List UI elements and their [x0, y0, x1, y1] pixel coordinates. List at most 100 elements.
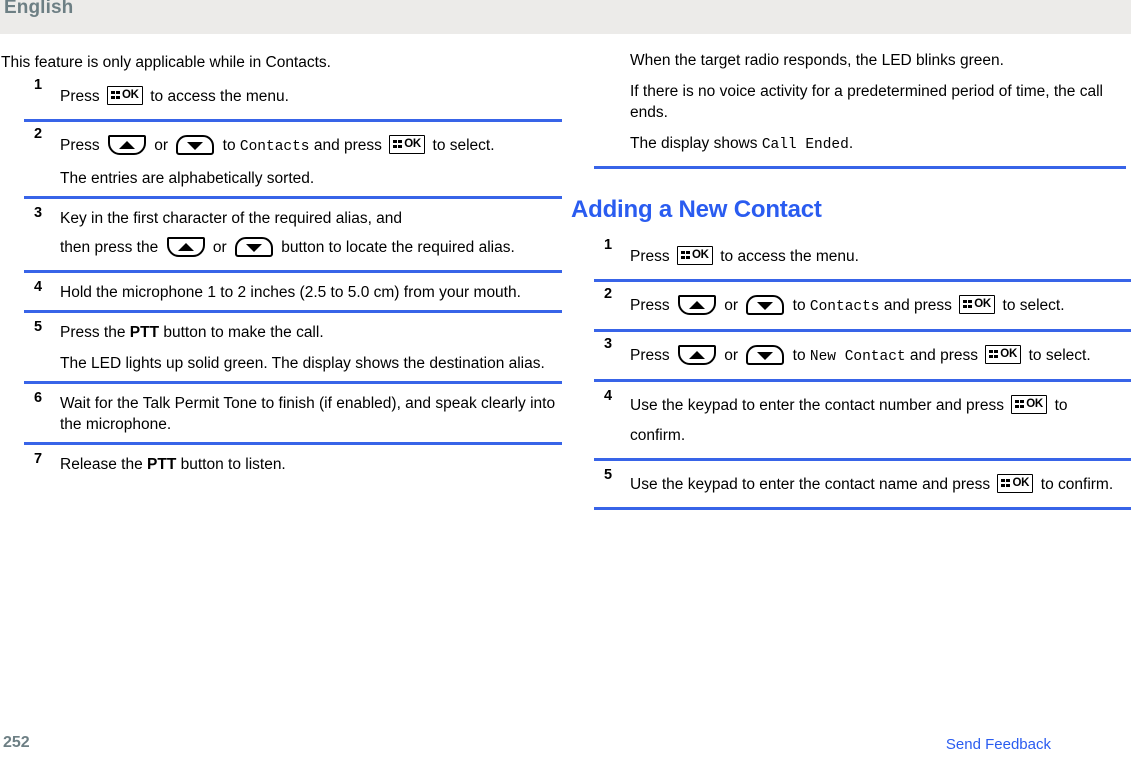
step-item: 2 Press or to Contacts and press OK to s… — [24, 122, 562, 199]
ok-text: OK — [1012, 477, 1030, 489]
step-content: Press the PTT button to make the call. T… — [60, 322, 556, 374]
step-text-mid1: or — [719, 347, 743, 364]
step-note: The entries are alphabetically sorted. — [60, 170, 315, 187]
step-number: 4 — [604, 388, 613, 404]
triangle-up-glyph — [688, 351, 705, 359]
step-content: Use the keypad to enter the contact numb… — [630, 391, 1126, 451]
step-text-tail: to access the menu. — [715, 248, 859, 265]
ok-text: OK — [1000, 348, 1017, 360]
step-text: Press OK to access the menu. — [630, 242, 1126, 272]
display-tail: . — [848, 135, 854, 152]
section-rule — [594, 166, 1126, 169]
step-text-mid1: or — [149, 137, 173, 154]
triangle-down-glyph — [187, 142, 204, 150]
triangle-down-glyph — [757, 302, 774, 310]
step-content: Press OK to access the menu. — [630, 242, 1126, 272]
continued-paragraph: When the target radio responds, the LED … — [630, 52, 1004, 69]
page-number: 252 — [3, 734, 30, 751]
step-item: 5 Use the keypad to enter the contact na… — [594, 461, 1131, 510]
step-number: 3 — [604, 336, 613, 352]
step-content: Press OK to access the menu. — [60, 82, 556, 112]
continued-paragraph: If there is no voice activity for a pred… — [630, 83, 1103, 121]
step-text-tail: to select. — [428, 137, 495, 154]
grid-glyph — [963, 300, 973, 309]
step-text-lead: Use the keypad to enter the contact numb… — [630, 397, 1009, 414]
menu-ok-key-icon[interactable]: OK — [676, 246, 713, 265]
step-text-tail: button to locate the required alias. — [276, 239, 515, 256]
page-footer: 252 Send Feedback — [0, 724, 1131, 762]
step-text: Press or to New Contact and press OK to … — [630, 341, 1126, 372]
right-column: When the target radio responds, the LED … — [570, 34, 1131, 510]
down-arrow-key-icon[interactable] — [746, 295, 785, 315]
step-item: 1 Press OK to access the menu. — [594, 233, 1131, 282]
step-number: 6 — [34, 390, 43, 406]
step-number: 5 — [34, 319, 43, 335]
language-label: English — [4, 0, 74, 18]
triangle-down-glyph — [757, 352, 774, 360]
step-item: 4 Hold the microphone 1 to 2 inches (2.5… — [24, 273, 562, 313]
triangle-up-glyph — [118, 141, 135, 149]
down-arrow-key-icon[interactable] — [176, 135, 215, 155]
step-text-lead: Use the keypad to enter the contact name… — [630, 476, 995, 493]
grid-glyph — [110, 91, 120, 100]
send-feedback-link[interactable]: Send Feedback — [946, 736, 1051, 753]
menu-ok-key-icon[interactable]: OK — [997, 474, 1034, 493]
step-text-mid2: to — [788, 297, 810, 314]
step-number: 5 — [604, 467, 613, 483]
left-column: This feature is only applicable while in… — [0, 34, 562, 482]
step-item: 5 Press the PTT button to make the call.… — [24, 313, 562, 384]
down-arrow-key-icon[interactable] — [746, 345, 785, 365]
step-text-mid2: to — [788, 347, 810, 364]
step-text: Press or to Contacts and press OK to sel… — [630, 291, 1126, 322]
step-text: Key in the first character of the requir… — [60, 208, 556, 229]
screen-text: Call Ended — [761, 137, 849, 153]
step-number: 2 — [604, 286, 613, 302]
step-number: 3 — [34, 205, 43, 221]
up-arrow-key-icon[interactable] — [107, 135, 146, 155]
menu-ok-key-icon[interactable]: OK — [1011, 395, 1048, 414]
up-arrow-key-icon[interactable] — [677, 345, 716, 365]
up-arrow-key-icon[interactable] — [166, 237, 205, 257]
grid-glyph — [680, 251, 690, 260]
step-item: 3 Press or to New Contact and press OK t… — [594, 332, 1131, 382]
step-text-mid3: and press — [879, 297, 957, 314]
right-step-list: 1 Press OK to access the menu. 2 Press o… — [570, 233, 1131, 510]
step-text-tail: button to listen. — [176, 456, 286, 473]
step-text-lead: Press — [630, 248, 674, 265]
step-item: 7 Release the PTT button to listen. — [24, 445, 562, 482]
menu-ok-key-icon[interactable]: OK — [959, 295, 996, 314]
step-text-lead: Press — [60, 88, 104, 105]
step-text: Use the keypad to enter the contact numb… — [630, 391, 1126, 451]
up-arrow-key-icon[interactable] — [677, 295, 716, 315]
step-text-tail: to select. — [998, 297, 1065, 314]
menu-ok-key-icon[interactable]: OK — [389, 135, 426, 154]
display-shows-line: The display shows Call Ended. — [630, 133, 1126, 156]
screen-text: New Contact — [809, 349, 906, 365]
ok-text: OK — [121, 89, 139, 101]
step-content: Key in the first character of the requir… — [60, 208, 556, 263]
step-text-line1: Key in the first character of the requir… — [60, 210, 403, 227]
page-header-band: English — [0, 0, 1131, 34]
step-text-lead: Press — [630, 347, 674, 364]
continued-block: When the target radio responds, the LED … — [594, 34, 1131, 156]
ok-text: OK — [974, 298, 991, 310]
grid-glyph — [989, 350, 999, 359]
step-text: Use the keypad to enter the contact name… — [630, 470, 1126, 500]
step-text: Press the PTT button to make the call. — [60, 322, 556, 343]
page-columns: This feature is only applicable while in… — [0, 34, 1131, 724]
screen-text: Contacts — [239, 139, 310, 155]
step-content: Release the PTT button to listen. — [60, 454, 556, 475]
menu-ok-key-icon[interactable]: OK — [985, 345, 1022, 364]
left-step-list: 1 Press OK to access the menu. 2 Press o… — [0, 73, 562, 482]
step-number: 7 — [34, 451, 43, 467]
triangle-up-glyph — [177, 243, 194, 251]
step-item: 3 Key in the first character of the requ… — [24, 199, 562, 273]
step-text-tail: to select. — [1024, 347, 1091, 364]
menu-ok-key-icon[interactable]: OK — [106, 86, 143, 105]
step-text-lead: Press the — [60, 324, 130, 341]
step-text-tail: button to make the call. — [159, 324, 324, 341]
ok-text: OK — [691, 249, 709, 261]
step-text-mid: or — [208, 239, 231, 256]
step-text-lead: then press the — [60, 239, 163, 256]
down-arrow-key-icon[interactable] — [234, 237, 273, 257]
